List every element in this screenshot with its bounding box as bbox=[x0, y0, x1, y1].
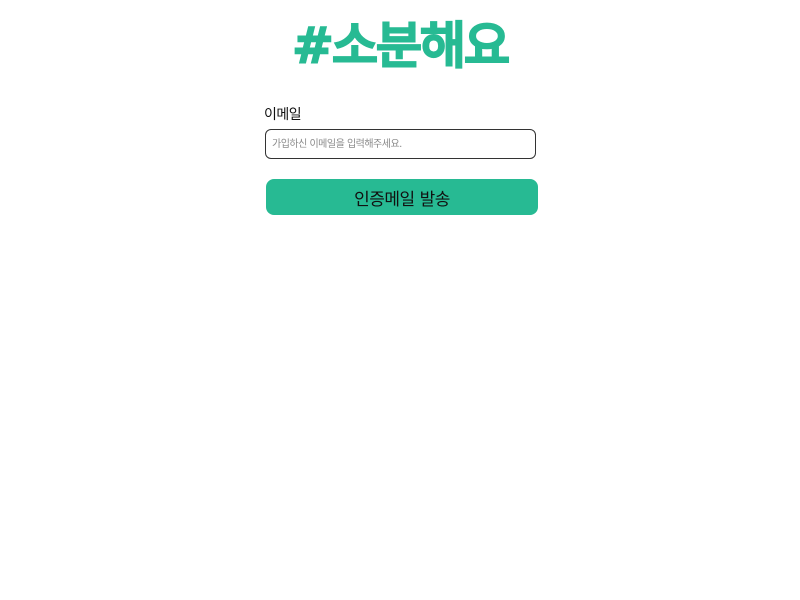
find-password-page: #소분해요 이메일 인증메일 발송 bbox=[0, 0, 800, 600]
send-verification-email-button[interactable]: 인증메일 발송 bbox=[266, 179, 538, 215]
email-label: 이메일 bbox=[264, 107, 302, 123]
brand-logo: #소분해요 bbox=[291, 16, 510, 76]
email-input[interactable] bbox=[265, 129, 536, 159]
